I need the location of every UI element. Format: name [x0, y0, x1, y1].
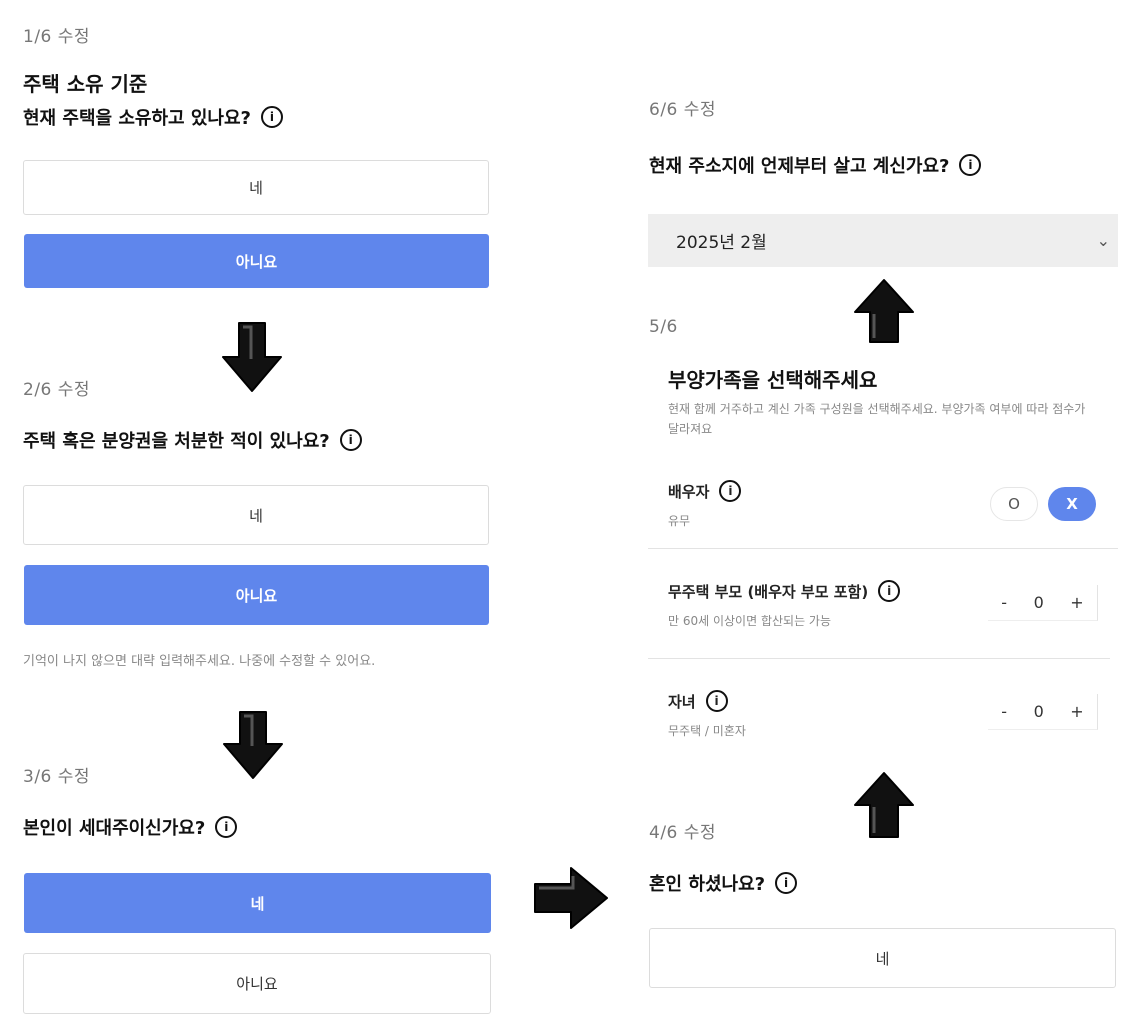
- parents-count: 0: [1033, 593, 1044, 612]
- children-label: 자녀 i: [668, 690, 728, 712]
- move-in-date-value: 2025년 2월: [676, 233, 767, 253]
- step3-question: 본인이 세대주이신가요? i: [23, 814, 238, 840]
- step1-yes-button[interactable]: 네: [23, 160, 489, 215]
- info-icon[interactable]: i: [878, 580, 901, 602]
- parents-minus-button[interactable]: -: [1001, 593, 1007, 612]
- step2-progress: 2/6 수정: [23, 380, 91, 400]
- divider: [648, 548, 1118, 549]
- step4-yes-button[interactable]: 네: [649, 928, 1116, 988]
- step3-progress: 3/6 수정: [23, 767, 91, 787]
- children-stepper: - 0 +: [988, 694, 1098, 730]
- info-icon[interactable]: i: [719, 480, 742, 502]
- step2-question-text: 주택 혹은 분양권을 처분한 적이 있나요?: [23, 431, 330, 452]
- step3-no-button[interactable]: 아니요: [23, 953, 491, 1014]
- info-icon[interactable]: i: [260, 106, 283, 128]
- step3-yes-button[interactable]: 네: [24, 873, 491, 933]
- step2-no-button[interactable]: 아니요: [24, 565, 489, 625]
- info-icon[interactable]: i: [775, 872, 798, 894]
- parents-stepper: - 0 +: [988, 585, 1098, 621]
- arrow-right-icon: [533, 866, 609, 930]
- move-in-date-select[interactable]: 2025년 2월 ⌄: [648, 214, 1118, 267]
- arrow-up-icon: [853, 771, 915, 839]
- step4-progress: 4/6 수정: [649, 823, 717, 843]
- children-sub: 무주택 / 미혼자: [668, 724, 746, 738]
- arrow-up-icon: [853, 278, 915, 344]
- arrow-down-icon: [222, 710, 284, 780]
- arrow-down-icon: [221, 321, 283, 393]
- step3-question-text: 본인이 세대주이신가요?: [23, 818, 206, 839]
- step6-progress: 6/6 수정: [649, 100, 717, 120]
- step4-question-text: 혼인 하셨나요?: [649, 874, 766, 895]
- step5-progress: 5/6: [649, 317, 678, 337]
- step2-helper-text: 기억이 나지 않으면 대략 입력해주세요. 나중에 수정할 수 있어요.: [23, 654, 376, 669]
- children-count: 0: [1033, 702, 1044, 721]
- info-icon[interactable]: i: [959, 154, 982, 176]
- step5-description: 현재 함께 거주하고 계신 가족 구성원을 선택해주세요. 부양가족 여부에 따…: [668, 402, 1086, 436]
- step2-yes-button[interactable]: 네: [23, 485, 489, 545]
- step1-progress: 1/6 수정: [23, 27, 91, 47]
- parents-label: 무주택 부모 (배우자 부모 포함) i: [668, 580, 901, 602]
- step2-question: 주택 혹은 분양권을 처분한 적이 있나요? i: [23, 427, 362, 453]
- spouse-label-text: 배우자: [668, 482, 710, 501]
- spouse-yes-toggle[interactable]: O: [990, 487, 1038, 521]
- info-icon[interactable]: i: [705, 690, 728, 712]
- divider: [648, 658, 1110, 659]
- spouse-sub: 유무: [668, 514, 691, 528]
- parents-label-text: 무주택 부모 (배우자 부모 포함): [668, 582, 869, 601]
- step4-question: 혼인 하셨나요? i: [649, 870, 798, 896]
- chevron-down-icon: ⌄: [1096, 231, 1110, 250]
- parents-plus-button[interactable]: +: [1070, 593, 1083, 612]
- step1-question-text: 현재 주택을 소유하고 있나요?: [23, 108, 251, 129]
- parents-sub: 만 60세 이상이면 합산되는 가능: [668, 614, 832, 628]
- spouse-label: 배우자 i: [668, 480, 742, 502]
- step6-question: 현재 주소지에 언제부터 살고 계신가요? i: [649, 152, 982, 178]
- spouse-no-toggle[interactable]: X: [1048, 487, 1096, 521]
- children-label-text: 자녀: [668, 692, 696, 711]
- step1-heading: 주택 소유 기준: [23, 72, 148, 96]
- step5-heading: 부양가족을 선택해주세요: [668, 368, 878, 392]
- info-icon[interactable]: i: [339, 429, 362, 451]
- step1-no-button[interactable]: 아니요: [24, 234, 489, 288]
- step6-question-text: 현재 주소지에 언제부터 살고 계신가요?: [649, 156, 950, 177]
- children-plus-button[interactable]: +: [1070, 702, 1083, 721]
- children-minus-button[interactable]: -: [1001, 702, 1007, 721]
- step1-question: 현재 주택을 소유하고 있나요? i: [23, 104, 283, 130]
- info-icon[interactable]: i: [215, 816, 238, 838]
